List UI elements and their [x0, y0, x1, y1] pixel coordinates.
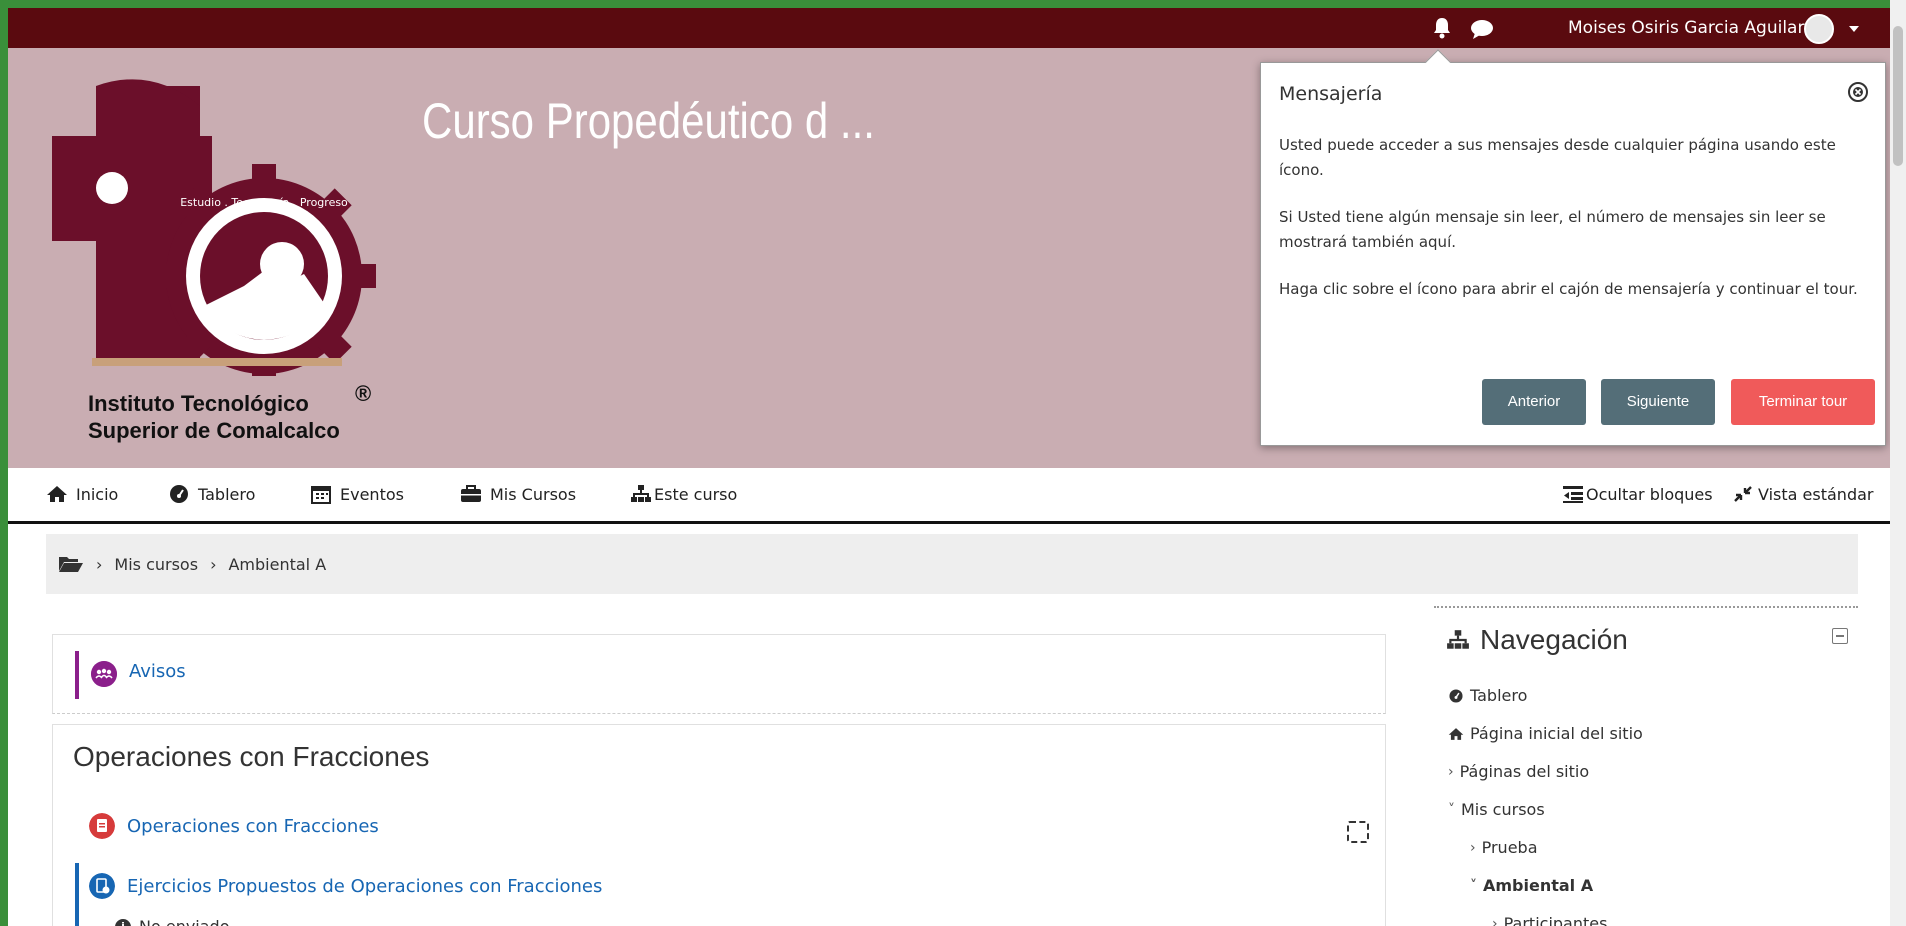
breadcrumb-separator: › [96, 554, 103, 574]
submission-status: i No enviado [115, 917, 230, 926]
chevron-right-icon: › [1492, 915, 1498, 926]
completion-checkbox[interactable] [1347, 821, 1369, 843]
registered-mark: ® [355, 381, 372, 406]
pdf-icon [89, 813, 115, 839]
submission-status-text: No enviado [139, 917, 230, 926]
standard-view-label: Vista estándar [1758, 484, 1874, 504]
page-scrollbar[interactable] [1890, 0, 1906, 926]
outdent-icon [1563, 486, 1583, 503]
nav-block-site-pages[interactable]: › Páginas del sitio [1448, 762, 1589, 781]
user-name[interactable]: Moises Osiris Garcia Aguilar [1568, 18, 1804, 38]
institute-logo: Estudio . Tecnología . Progreso [52, 79, 376, 376]
activity-indent-bar [75, 651, 79, 699]
nav-home[interactable]: Inicio [46, 484, 118, 504]
breadcrumb-course[interactable]: Ambiental A [228, 555, 326, 574]
home-icon [1448, 727, 1464, 740]
popover-paragraph: Si Usted tiene algún mensaje sin leer, e… [1279, 208, 1826, 251]
caret-down-icon[interactable] [1849, 26, 1859, 32]
assignment-icon [89, 873, 115, 899]
bell-icon[interactable] [1432, 17, 1452, 39]
calendar-icon [311, 486, 331, 504]
nav-block-item-label: Participantes [1503, 914, 1608, 926]
info-icon: i [115, 918, 131, 926]
next-button[interactable]: Siguiente [1601, 379, 1715, 425]
nav-block-my-courses[interactable]: ˅ Mis cursos [1448, 800, 1545, 819]
briefcase-icon [461, 485, 481, 502]
course-navbar: Inicio Tablero Eventos Mis Cursos Este c… [8, 468, 1898, 524]
breadcrumb-separator: › [210, 554, 217, 574]
announcements-card: Avisos [52, 634, 1386, 714]
activity-assignment[interactable]: Ejercicios Propuestos de Operaciones con… [89, 873, 602, 899]
nav-this-course[interactable]: Este curso [630, 484, 737, 504]
previous-button[interactable]: Anterior [1482, 379, 1586, 425]
chat-icon[interactable] [1470, 18, 1494, 40]
nav-block-course-ambiental[interactable]: ˅ Ambiental A [1470, 876, 1593, 895]
breadcrumb: › Mis cursos › Ambiental A [46, 534, 1858, 594]
popover-title: Mensajería [1279, 83, 1383, 105]
avatar[interactable] [1804, 14, 1834, 44]
course-title: Curso Propedéutico d ... [422, 93, 875, 149]
breadcrumb-my-courses[interactable]: Mis cursos [114, 555, 198, 574]
nav-block-item-label: Páginas del sitio [1459, 762, 1590, 781]
nav-block-participants[interactable]: › Participantes [1492, 914, 1607, 926]
nav-this-course-label: Este curso [654, 484, 738, 504]
home-icon [47, 486, 67, 502]
nav-my-courses[interactable]: Mis Cursos [460, 484, 576, 504]
sitemap-icon [1447, 630, 1469, 649]
nav-block-item-label: Página inicial del sitio [1470, 724, 1643, 743]
nav-events[interactable]: Eventos [310, 484, 404, 504]
chevron-down-icon: ˅ [1448, 801, 1455, 818]
nav-home-label: Inicio [76, 484, 119, 504]
nav-events-label: Eventos [340, 484, 404, 504]
activity-label: Operaciones con Fracciones [127, 815, 379, 837]
nav-dashboard[interactable]: Tablero [168, 484, 255, 504]
logo-ring-text: Estudio . Tecnología . Progreso [180, 196, 348, 209]
popover-body: Usted puede acceder a sus mensajes desde… [1279, 133, 1869, 324]
activity-label: Ejercicios Propuestos de Operaciones con… [127, 875, 603, 897]
navigation-block-title: Navegación [1446, 624, 1628, 656]
nav-my-courses-label: Mis Cursos [490, 484, 577, 504]
end-tour-button[interactable]: Terminar tour [1731, 379, 1875, 425]
section-title: Operaciones con Fracciones [73, 741, 430, 772]
chevron-right-icon: › [1470, 839, 1476, 856]
navigation-block: Navegación Tablero Página inicial del si… [1434, 606, 1858, 926]
logo-line2: Superior de Comalcalco [88, 418, 340, 443]
popover-paragraph: Haga clic sobre el ícono para abrir el c… [1279, 280, 1858, 298]
close-icon[interactable] [1847, 81, 1869, 103]
nav-block-item-label: Mis cursos [1461, 800, 1545, 819]
nav-block-item-label: Ambiental A [1483, 876, 1594, 895]
hide-blocks-label: Ocultar bloques [1586, 484, 1713, 504]
nav-block-item-label: Prueba [1481, 838, 1538, 857]
nav-block-dashboard[interactable]: Tablero [1448, 686, 1527, 705]
dashboard-icon [1449, 688, 1463, 703]
hide-blocks-button[interactable]: Ocultar bloques [1562, 484, 1713, 504]
browser-viewport: Moises Osiris Garcia Aguilar Estudio . T… [8, 8, 1898, 926]
collapse-block-button[interactable] [1832, 628, 1848, 644]
navigation-block-title-text: Navegación [1480, 624, 1628, 655]
course-section: Operaciones con Fracciones Operaciones c… [52, 724, 1386, 926]
standard-view-button[interactable]: Vista estándar [1732, 484, 1873, 504]
chevron-down-icon: ˅ [1470, 877, 1477, 894]
nav-dashboard-label: Tablero [198, 484, 256, 504]
scrollbar-thumb[interactable] [1893, 26, 1903, 166]
compress-icon [1734, 486, 1752, 502]
nav-block-site-home[interactable]: Página inicial del sitio [1448, 724, 1643, 743]
nav-block-course-prueba[interactable]: › Prueba [1470, 838, 1538, 857]
dashboard-icon [170, 485, 188, 503]
popover-paragraph: Usted puede acceder a sus mensajes desde… [1279, 136, 1836, 179]
logo-line1: Instituto Tecnológico [88, 391, 309, 416]
sitemap-icon [631, 485, 651, 502]
forum-icon [91, 661, 117, 687]
activity-indent-bar [75, 863, 79, 926]
chevron-right-icon: › [1448, 763, 1454, 780]
activity-resource[interactable]: Operaciones con Fracciones [89, 813, 379, 839]
tour-popover: Mensajería Usted puede acceder a sus men… [1260, 49, 1886, 446]
top-navbar: Moises Osiris Garcia Aguilar [8, 8, 1898, 48]
announcements-link[interactable]: Avisos [129, 661, 186, 682]
folder-open-icon[interactable] [58, 554, 84, 574]
nav-block-item-label: Tablero [1470, 686, 1528, 705]
